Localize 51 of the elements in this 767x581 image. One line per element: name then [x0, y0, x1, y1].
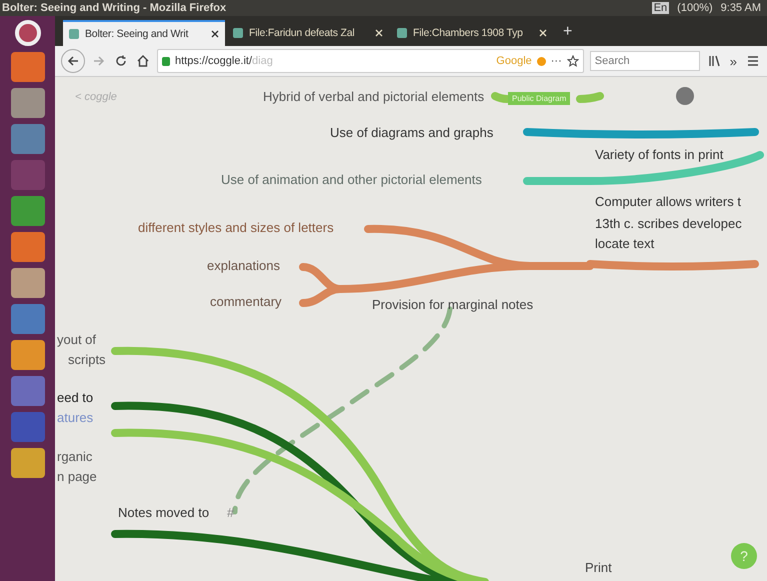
address-bar[interactable]: https://coggle.it/diag Google ···	[157, 49, 584, 73]
node-label[interactable]: locate text	[595, 236, 654, 251]
browser-tab[interactable]: File:Chambers 1908 Typ	[391, 20, 553, 46]
node-label[interactable]: rganic	[57, 449, 92, 464]
app-icon[interactable]	[10, 376, 44, 406]
browser-tab[interactable]: File:Faridun defeats Zal	[227, 20, 389, 46]
node-label[interactable]: Computer allows writers t	[595, 194, 741, 209]
app-icon[interactable]	[10, 196, 44, 226]
app-icon[interactable]	[10, 232, 44, 262]
node-label[interactable]: Use of animation and other pictorial elements	[221, 172, 482, 187]
public-diagram-badge: Public Diagram	[508, 92, 570, 105]
node-label[interactable]: Use of diagrams and graphs	[330, 125, 494, 140]
app-icon[interactable]	[10, 124, 44, 154]
search-engine-icon	[536, 56, 546, 66]
page-actions-button[interactable]: ···	[550, 55, 562, 67]
app-icon[interactable]	[10, 340, 44, 370]
window-title: Bolter: Seeing and Writing - Mozilla Firefox	[2, 2, 226, 14]
app-icon[interactable]	[10, 268, 44, 298]
node-label[interactable]: Notes moved to	[118, 505, 210, 520]
node-label[interactable]: Variety of fonts in print	[595, 147, 724, 162]
node-label[interactable]: eed to	[57, 390, 94, 405]
ubuntu-logo-icon[interactable]	[14, 20, 40, 46]
new-tab-button[interactable]: +	[555, 23, 580, 46]
clock[interactable]: 9:35 AM	[720, 2, 761, 14]
node-label[interactable]: different styles and sizes of letters	[138, 220, 334, 235]
node-label[interactable]: scripts	[68, 352, 106, 367]
node-label[interactable]: Print	[585, 560, 612, 575]
back-button[interactable]	[61, 49, 85, 73]
keyboard-indicator[interactable]: En	[652, 2, 670, 14]
search-field[interactable]: Search	[590, 51, 700, 71]
app-icon[interactable]	[10, 448, 44, 478]
app-icon[interactable]	[10, 52, 44, 82]
battery-indicator[interactable]: (100%)	[677, 2, 713, 14]
avatar-icon[interactable]	[675, 86, 695, 106]
home-icon[interactable]	[135, 55, 151, 67]
node-label[interactable]: commentary	[210, 294, 282, 309]
node-label[interactable]: n page	[57, 469, 97, 484]
menu-icon[interactable]	[745, 56, 761, 66]
url-text: https://coggle.it/diag	[175, 55, 274, 67]
back-arrow-icon[interactable]	[67, 56, 79, 66]
app-icon[interactable]	[10, 88, 44, 118]
node-label[interactable]: explanations	[207, 258, 280, 273]
node-label[interactable]: Provision for marginal notes	[372, 297, 534, 312]
app-icon[interactable]	[10, 304, 44, 334]
browser-tab[interactable]: Bolter: Seeing and Writ	[63, 20, 225, 46]
node-label[interactable]: 13th c. scribes developec	[595, 216, 742, 231]
overflow-button[interactable]: »	[728, 54, 739, 68]
close-icon[interactable]	[211, 30, 219, 38]
node-label[interactable]: yout of	[57, 332, 96, 347]
node-label[interactable]: Hybrid of verbal and pictorial elements	[263, 89, 484, 104]
star-icon[interactable]	[566, 55, 579, 67]
